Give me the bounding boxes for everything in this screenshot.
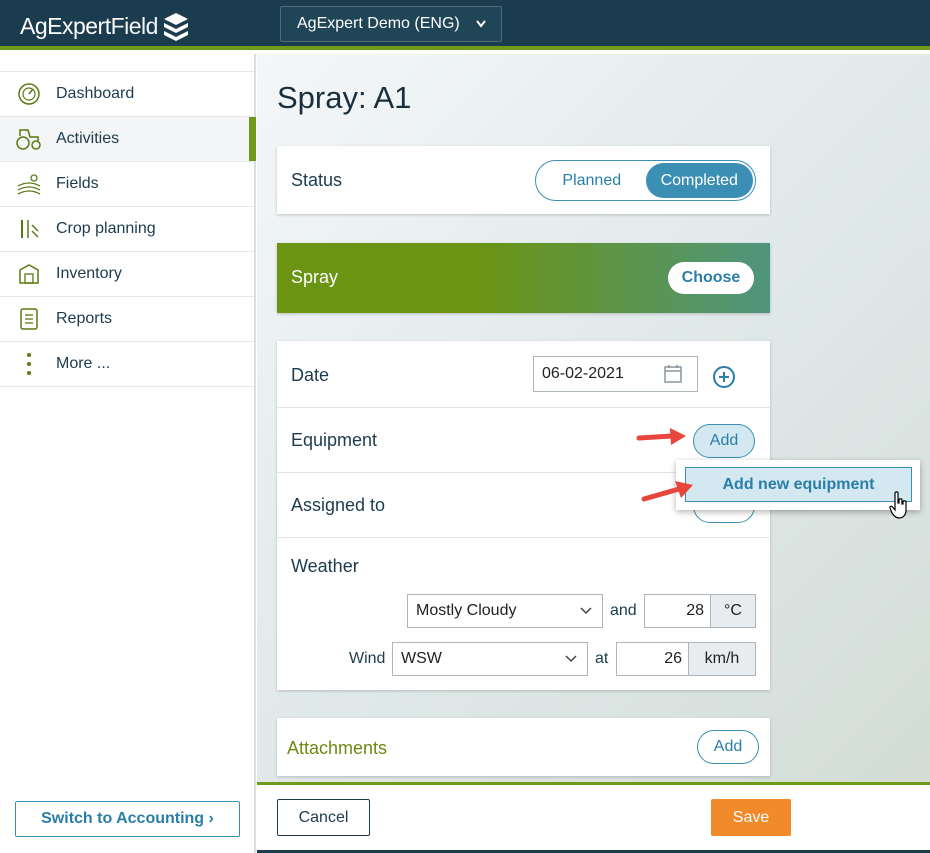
chevron-down-icon: [580, 607, 592, 615]
at-label: at: [595, 650, 609, 667]
attachments-card: Attachments Add: [277, 718, 770, 776]
attachments-title: Attachments: [287, 738, 388, 758]
date-input[interactable]: 06-02-2021: [533, 356, 698, 392]
weather-condition-value: Mostly Cloudy: [416, 602, 517, 619]
status-toggle: Planned Completed: [535, 160, 756, 201]
spray-product-card: Spray Choose: [277, 243, 770, 313]
sidebar-item-reports[interactable]: Reports: [0, 297, 254, 342]
hand-cursor-icon: [889, 491, 907, 519]
assigned-to-label: Assigned to: [291, 495, 386, 515]
brand-logo[interactable]: AgExpert Field: [20, 11, 190, 41]
inventory-icon: [15, 262, 43, 286]
add-new-equipment-menu-item[interactable]: Add new equipment: [685, 467, 912, 502]
reports-icon: [15, 307, 43, 331]
sidebar-item-crop-planning[interactable]: Crop planning: [0, 207, 254, 252]
sidebar-item-label: Reports: [56, 310, 113, 327]
more-vertical-icon: [15, 352, 43, 376]
organization-select[interactable]: AgExpert Demo (ENG): [280, 6, 502, 42]
and-label: and: [610, 602, 637, 619]
wind-direction-value: WSW: [401, 650, 442, 667]
main-content: Spray: A1 Status Planned Completed Spray…: [257, 54, 930, 784]
sidebar: Dashboard Activities Fields Crop plannin…: [0, 54, 256, 853]
weather-condition-select[interactable]: Mostly Cloudy: [407, 594, 603, 628]
add-attachment-button[interactable]: Add: [697, 730, 759, 764]
footer-bar: Cancel Save: [257, 782, 930, 853]
switch-to-accounting-button[interactable]: Switch to Accounting ›: [15, 801, 240, 837]
add-equipment-button[interactable]: Add: [693, 424, 755, 458]
crop-planning-icon: [15, 217, 43, 241]
brand-primary: AgExpert: [20, 12, 111, 39]
equipment-add-menu: Add new equipment: [676, 460, 920, 510]
temperature-unit: °C: [711, 594, 756, 628]
add-date-plus-icon[interactable]: [712, 365, 736, 389]
wind-label: Wind: [349, 650, 386, 667]
status-option-completed[interactable]: Completed: [645, 163, 753, 198]
sidebar-item-more[interactable]: More ...: [0, 342, 254, 387]
chevron-down-icon: [565, 655, 577, 663]
divider: [277, 407, 770, 408]
status-card: Status Planned Completed: [277, 146, 770, 214]
wind-speed-input[interactable]: 26: [616, 642, 689, 676]
details-card: Date 06-02-2021 Equipment Add Assigned t…: [277, 341, 770, 690]
sidebar-item-dashboard[interactable]: Dashboard: [0, 72, 254, 117]
wind-direction-select[interactable]: WSW: [392, 642, 588, 676]
page-title: Spray: A1: [277, 80, 412, 115]
sidebar-item-label: Activities: [56, 130, 120, 147]
divider: [277, 537, 770, 538]
tractor-icon: [15, 127, 43, 151]
equipment-label: Equipment: [291, 430, 378, 450]
weather-label: Weather: [291, 556, 359, 576]
date-value: 06-02-2021: [542, 365, 624, 382]
sidebar-item-label: Inventory: [56, 265, 122, 282]
sidebar-nav: Dashboard Activities Fields Crop plannin…: [0, 71, 256, 387]
brand-secondary: Field: [110, 12, 159, 39]
top-bar: AgExpert Field AgExpert Demo (ENG): [0, 0, 930, 50]
dashboard-icon: [15, 82, 43, 106]
sidebar-item-inventory[interactable]: Inventory: [0, 252, 254, 297]
temperature-input[interactable]: 28: [644, 594, 711, 628]
annotation-arrow-icon: [636, 428, 686, 445]
sidebar-item-activities[interactable]: Activities: [0, 117, 256, 162]
sidebar-item-label: More ...: [56, 355, 111, 372]
wind-speed-unit: km/h: [689, 642, 756, 676]
annotation-arrow-icon: [641, 481, 693, 502]
cancel-button[interactable]: Cancel: [277, 799, 370, 836]
stack-logo-icon: [163, 13, 188, 41]
status-label: Status: [291, 170, 343, 190]
save-button[interactable]: Save: [711, 799, 791, 836]
date-label: Date: [291, 365, 330, 385]
spray-title: Spray: [291, 267, 339, 287]
sidebar-item-fields[interactable]: Fields: [0, 162, 254, 207]
calendar-icon[interactable]: [663, 364, 683, 384]
sidebar-item-label: Crop planning: [56, 220, 156, 237]
choose-button[interactable]: Choose: [668, 262, 754, 294]
sidebar-item-label: Dashboard: [56, 85, 135, 102]
status-option-planned[interactable]: Planned: [538, 163, 646, 198]
field-icon: [15, 172, 43, 196]
chevron-down-icon: [476, 20, 486, 28]
organization-select-value: AgExpert Demo (ENG): [297, 15, 460, 32]
sidebar-item-label: Fields: [56, 175, 99, 192]
